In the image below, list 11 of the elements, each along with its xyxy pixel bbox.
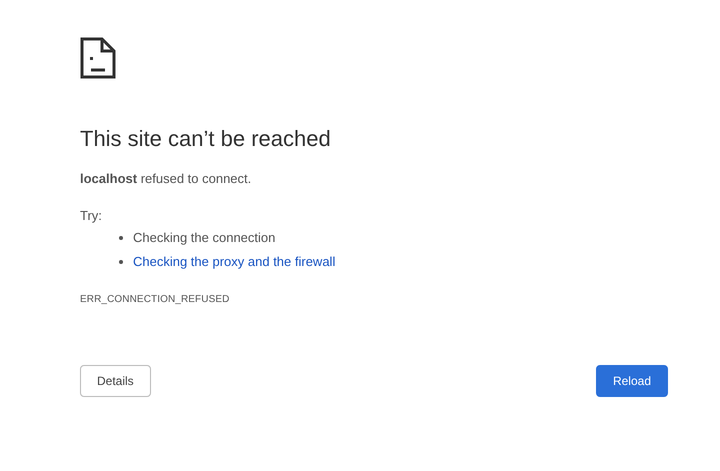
bullet-icon (119, 236, 123, 240)
error-heading: This site can’t be reached (80, 125, 332, 153)
details-button[interactable]: Details (80, 365, 151, 397)
error-code: ERR_CONNECTION_REFUSED (80, 294, 230, 305)
sad-page-icon (80, 37, 116, 79)
suggestion-link[interactable]: Checking the proxy and the firewall (133, 253, 336, 271)
try-label: Try: (80, 207, 103, 225)
error-message: localhost refused to connect. (80, 170, 252, 188)
reload-button[interactable]: Reload (596, 365, 668, 397)
bullet-icon (119, 260, 123, 264)
suggestion-text: Checking the connection (133, 229, 276, 247)
